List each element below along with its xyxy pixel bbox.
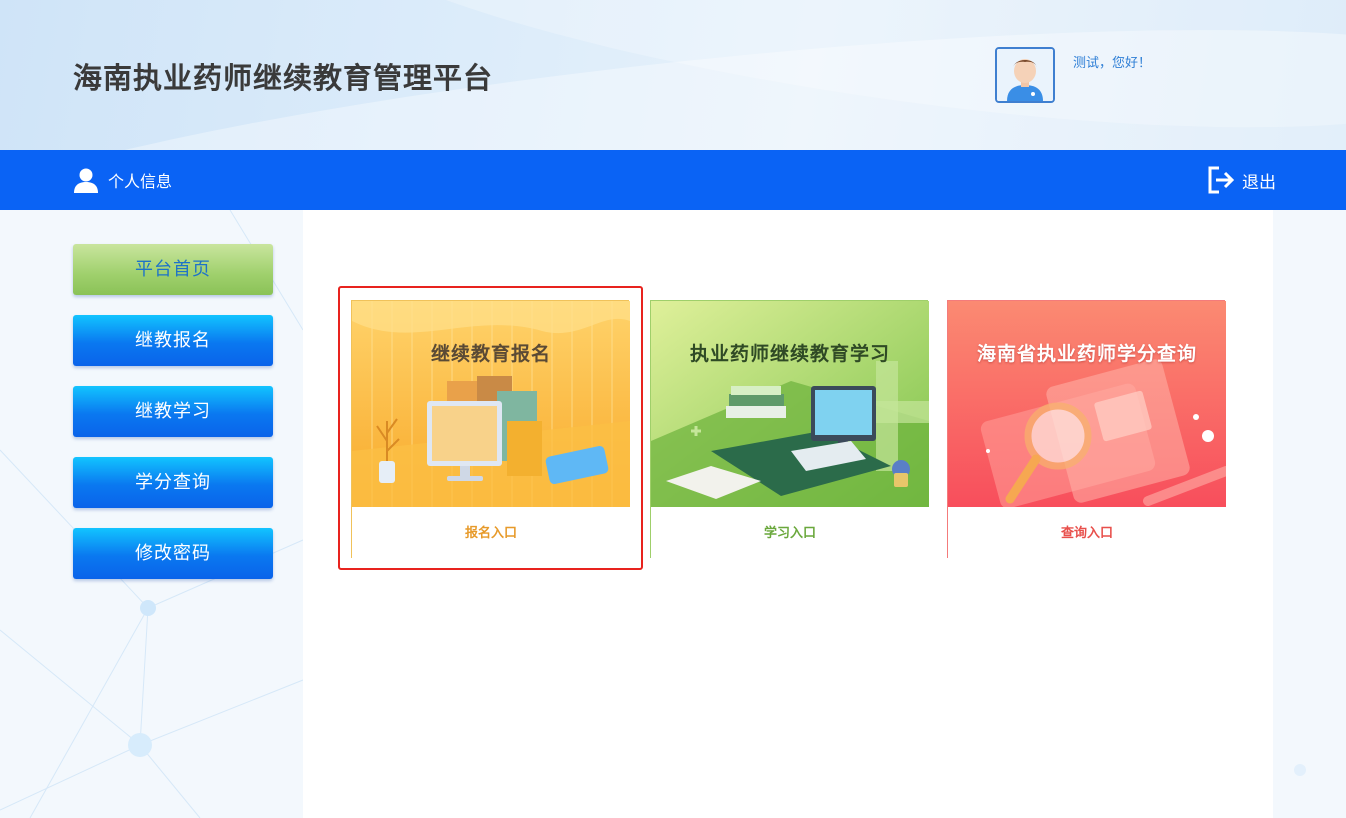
registration-card-title: 继续教育报名 — [430, 343, 551, 365]
credit-query-card[interactable]: 海南省执业药师学分查询 查询入口 — [947, 300, 1226, 559]
registration-entry-link[interactable]: 报名入口 — [352, 507, 630, 559]
study-card-image: 执业药师继续教育学习 — [651, 301, 929, 507]
sidebar-item-change-password[interactable]: 修改密码 — [73, 528, 273, 579]
user-icon — [74, 168, 98, 193]
study-card[interactable]: 执业药师继续教育学习 学习入口 — [650, 300, 929, 559]
profile-link-label: 个人信息 — [108, 172, 173, 191]
profile-link[interactable]: 个人信息 — [73, 166, 172, 194]
sidebar-menu: 平台首页 继教报名 继教学习 学分查询 修改密码 — [73, 244, 273, 599]
credit-query-entry-link[interactable]: 查询入口 — [948, 507, 1226, 559]
credit-query-card-image: 海南省执业药师学分查询 — [948, 301, 1226, 507]
main-panel: 继续教育报名 报名入口 执业药师继续教育学习 学习入口 海南省执业药师学分查询 … — [303, 210, 1273, 818]
greeting-text: 测试，您好！ — [1073, 56, 1152, 71]
logout-icon — [1208, 166, 1235, 194]
logout-button[interactable]: 退出 — [1206, 164, 1276, 196]
sidebar-item-home[interactable]: 平台首页 — [73, 244, 273, 295]
study-entry-link[interactable]: 学习入口 — [651, 507, 929, 559]
credit-query-card-title: 海南省执业药师学分查询 — [976, 343, 1197, 365]
registration-card-image: 继续教育报名 — [352, 301, 630, 507]
sidebar-item-registration[interactable]: 继教报名 — [73, 315, 273, 366]
study-card-title: 执业药师继续教育学习 — [689, 343, 890, 365]
user-avatar-icon[interactable] — [995, 47, 1055, 103]
page-header: 海南执业药师继续教育管理平台 测试，您好！ — [0, 0, 1346, 150]
top-navbar: 个人信息 退出 — [0, 150, 1346, 210]
sidebar-item-credit-query[interactable]: 学分查询 — [73, 457, 273, 508]
sidebar-item-study[interactable]: 继教学习 — [73, 386, 273, 437]
registration-card[interactable]: 继续教育报名 报名入口 — [351, 300, 630, 559]
logout-label: 退出 — [1242, 172, 1276, 193]
site-title: 海南执业药师继续教育管理平台 — [73, 61, 494, 95]
